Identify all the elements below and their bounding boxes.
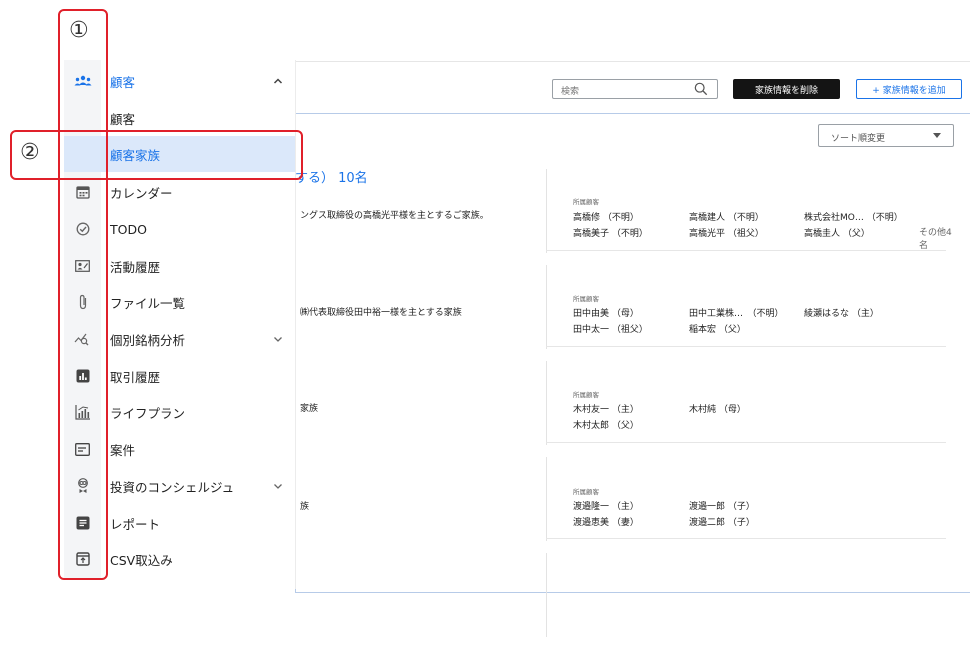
sidebar-subitem-customers[interactable]: 顧客 — [64, 100, 295, 136]
member-link[interactable]: 高橋修 （不明） — [573, 210, 639, 223]
member-link[interactable]: 高橋圭人 （父） — [804, 226, 870, 239]
sidebar-item-report[interactable]: レポート — [64, 505, 295, 541]
caret-down-icon — [933, 133, 941, 138]
case-icon — [64, 431, 101, 467]
member-link[interactable]: 高橋美子 （不明） — [573, 226, 648, 239]
sidebar-item-label: 案件 — [110, 442, 136, 458]
member-link[interactable]: 田中工業株… （不明） — [689, 306, 784, 319]
member-link[interactable]: 木村友一 （主） — [573, 402, 639, 415]
trade-history-icon — [64, 358, 101, 394]
chevron-down-icon[interactable] — [273, 481, 283, 491]
annotation-marker-2: ② — [20, 140, 40, 165]
sidebar-item-files[interactable]: ファイル一覧 — [64, 284, 295, 320]
sidebar-item-label: 投資のコンシェルジュ — [110, 479, 235, 495]
member-link[interactable]: 綾瀬はるな （主） — [804, 306, 879, 319]
sort-select[interactable]: ソート順変更 — [818, 124, 954, 147]
search-icon[interactable] — [694, 82, 708, 96]
family-row[interactable] — [295, 553, 955, 649]
family-description: 族 — [300, 502, 310, 512]
sidebar-item-label: 顧客 — [110, 111, 136, 127]
sidebar-item-cases[interactable]: 案件 — [64, 431, 295, 467]
row-divider — [546, 538, 946, 539]
family-description: ングス取締役の高橋光平様を主とするご家族。 — [300, 211, 489, 221]
sidebar-item-trade-history[interactable]: 取引履歴 — [64, 358, 295, 394]
sidebar-item-label: 取引履歴 — [110, 369, 161, 385]
search-input[interactable]: 検索 — [552, 79, 718, 99]
member-link[interactable]: 渡邉恵美 （妻） — [573, 515, 639, 528]
family-description: 家族 — [300, 404, 319, 414]
csv-import-icon — [64, 541, 101, 577]
member-link[interactable]: 稲本宏 （父） — [689, 322, 746, 335]
stock-analysis-icon — [64, 321, 101, 357]
delete-family-button[interactable]: 家族情報を削除 — [733, 79, 840, 99]
chevron-up-icon[interactable] — [273, 76, 283, 86]
column-divider — [546, 265, 547, 349]
report-icon — [64, 505, 101, 541]
sidebar-item-csv-import[interactable]: CSV取込み — [64, 541, 295, 577]
customers-icon — [64, 63, 101, 99]
row-divider — [546, 346, 946, 347]
member-link[interactable]: 木村太郎 （父） — [573, 418, 639, 431]
empty-icon-slot — [64, 100, 101, 136]
other-members-link[interactable]: その他4名 — [919, 225, 955, 251]
sidebar-item-label: CSV取込み — [110, 552, 173, 568]
column-divider — [546, 361, 547, 445]
header-divider — [295, 61, 970, 62]
sidebar-item-activity[interactable]: 活動履歴 — [64, 248, 295, 284]
family-row[interactable]: 族 所属顧客 渡邉隆一 （主） 渡邉一郎 （子） 渡邉恵美 （妻） 渡邉二郎 （… — [295, 457, 955, 553]
sidebar-item-customers[interactable]: 顧客 — [64, 63, 295, 99]
sidebar-item-label: ファイル一覧 — [110, 295, 186, 311]
member-link[interactable]: 木村純 （母） — [689, 402, 746, 415]
member-link[interactable]: 株式会社MO… （不明） — [804, 210, 903, 223]
members-label: 所属顧客 — [573, 488, 599, 496]
row-divider — [546, 250, 946, 251]
members-label: 所属顧客 — [573, 295, 599, 303]
members-label: 所属顧客 — [573, 198, 599, 206]
column-divider — [546, 169, 547, 253]
family-row[interactable]: ㈱代表取締役田中裕一様を主とする家族 所属顧客 田中由美 （母） 田中工業株… … — [295, 265, 955, 361]
add-family-button[interactable]: + 家族情報を追加 — [856, 79, 962, 99]
concierge-icon — [64, 468, 101, 504]
sidebar-item-lifeplan[interactable]: ライフプラン — [64, 394, 295, 430]
search-placeholder: 検索 — [561, 87, 580, 97]
annotation-marker-1: ① — [69, 18, 89, 43]
sidebar-item-label: TODO — [110, 221, 147, 237]
sidebar-item-label: 活動履歴 — [110, 259, 161, 275]
chevron-down-icon[interactable] — [273, 334, 283, 344]
sidebar-item-label: ライフプラン — [110, 405, 186, 421]
member-link[interactable]: 渡邉隆一 （主） — [573, 499, 639, 512]
member-link[interactable]: 高橋建人 （不明） — [689, 210, 764, 223]
paperclip-icon — [64, 284, 101, 320]
empty-icon-slot — [64, 136, 101, 172]
member-link[interactable]: 高橋光平 （祖父） — [689, 226, 764, 239]
members-label: 所属顧客 — [573, 391, 599, 399]
sidebar-item-label: 顧客 — [110, 74, 136, 90]
member-link[interactable]: 渡邉二郎 （子） — [689, 515, 755, 528]
sidebar-item-stock-analysis[interactable]: 個別銘柄分析 — [64, 321, 295, 357]
sort-label: ソート順変更 — [831, 134, 886, 144]
check-circle-icon — [64, 211, 101, 247]
sidebar-item-calendar[interactable]: カレンダー — [64, 174, 295, 210]
activity-icon — [64, 248, 101, 284]
family-row[interactable]: 家族 所属顧客 木村友一 （主） 木村純 （母） 木村太郎 （父） — [295, 361, 955, 457]
sidebar-item-todo[interactable]: TODO — [64, 211, 295, 247]
sidebar-item-label: 顧客家族 — [110, 147, 161, 163]
column-divider — [546, 457, 547, 541]
sidebar-item-label: カレンダー — [110, 185, 173, 201]
sidebar-subitem-customer-family[interactable]: 顧客家族 — [64, 136, 295, 172]
sidebar-item-label: 個別銘柄分析 — [110, 332, 186, 348]
calendar-icon — [64, 174, 101, 210]
member-link[interactable]: 渡邉一郎 （子） — [689, 499, 755, 512]
sidebar-item-concierge[interactable]: 投資のコンシェルジュ — [64, 468, 295, 504]
family-row[interactable]: ングス取締役の高橋光平様を主とするご家族。 所属顧客 高橋修 （不明） 高橋建人… — [295, 169, 955, 265]
sidebar-item-label: レポート — [110, 516, 161, 532]
member-link[interactable]: 田中太一 （祖父） — [573, 322, 648, 335]
family-description: ㈱代表取締役田中裕一様を主とする家族 — [300, 308, 462, 318]
row-divider — [546, 442, 946, 443]
member-link[interactable]: 田中由美 （母） — [573, 306, 639, 319]
column-divider — [546, 553, 547, 637]
lifeplan-icon — [64, 394, 101, 430]
